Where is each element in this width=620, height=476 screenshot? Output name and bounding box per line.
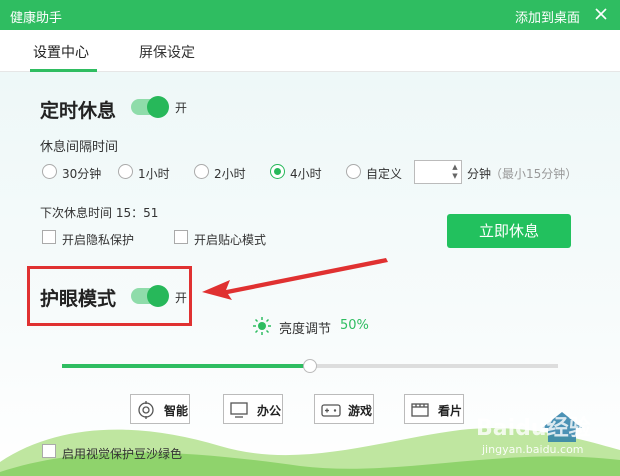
radio-2hour-label: 2小时 (214, 167, 246, 181)
custom-hint: （最小15分钟） (490, 167, 578, 181)
tab-screensaver[interactable]: 屏保设定 (139, 42, 195, 62)
annotation-highlight-box (27, 266, 192, 326)
annotation-arrow-icon (202, 258, 388, 300)
film-icon (411, 403, 429, 417)
watermark-url: jingyan.baidu.com (482, 443, 584, 456)
next-rest-time: 下次休息时间 15：51 (40, 206, 159, 220)
mode-game-label: 游戏 (348, 404, 373, 418)
title-bar: 健康助手 添加到桌面 (0, 0, 620, 30)
radio-custom[interactable] (346, 164, 361, 179)
radio-4hour-label: 4小时 (290, 167, 322, 181)
mode-movie-label: 看片 (438, 404, 463, 418)
radio-30min[interactable] (42, 164, 57, 179)
stepper-arrows-icon[interactable]: ▲ ▼ (451, 163, 459, 181)
brightness-slider[interactable] (62, 359, 558, 373)
radio-30min-label: 30分钟 (62, 167, 102, 181)
mode-office-button[interactable]: 办公 (223, 394, 283, 424)
interval-label: 休息间隔时间 (40, 140, 119, 155)
caring-mode-label: 开启贴心模式 (194, 233, 267, 247)
watermark-brand: Baidu经验 (476, 416, 591, 441)
radio-1hour-label: 1小时 (138, 167, 170, 181)
mode-movie-button[interactable]: 看片 (404, 394, 464, 424)
radio-custom-label: 自定义 (366, 167, 403, 181)
tab-settings[interactable]: 设置中心 (33, 42, 89, 62)
brightness-label: 亮度调节 (279, 322, 332, 337)
radio-4hour[interactable] (270, 164, 285, 179)
rest-now-button[interactable]: 立即休息 (447, 214, 571, 248)
close-icon[interactable] (592, 5, 610, 23)
custom-unit: 分钟 (467, 167, 492, 181)
bean-green-label: 启用视觉保护豆沙绿色 (62, 447, 183, 461)
bean-green-checkbox[interactable] (42, 444, 56, 458)
brightness-value: 50% (340, 318, 369, 333)
caring-mode-checkbox[interactable] (174, 230, 188, 244)
tab-bar: 设置中心 屏保设定 (0, 30, 620, 72)
add-to-desktop-link[interactable]: 添加到桌面 (515, 7, 580, 26)
privacy-label: 开启隐私保护 (62, 233, 135, 247)
rest-toggle[interactable] (131, 96, 169, 118)
mode-game-button[interactable]: 游戏 (314, 394, 374, 424)
radio-1hour[interactable] (118, 164, 133, 179)
custom-minutes-stepper[interactable]: ▲ ▼ (414, 160, 462, 184)
rest-section-title: 定时休息 (40, 100, 117, 122)
settings-panel: 定时休息 开 休息间隔时间 30分钟 1小时 2小时 4小时 自定义 ▲ ▼ 分钟… (0, 72, 620, 476)
smart-icon (138, 401, 154, 419)
monitor-icon (230, 402, 248, 418)
brightness-slider-fill (62, 364, 310, 368)
window-title: 健康助手 (10, 11, 63, 26)
toggle-knob (147, 96, 169, 118)
mode-smart-label: 智能 (164, 404, 189, 418)
mode-smart-button[interactable]: 智能 (130, 394, 190, 424)
radio-2hour[interactable] (194, 164, 209, 179)
sun-icon (253, 317, 271, 335)
privacy-checkbox[interactable] (42, 230, 56, 244)
mode-office-label: 办公 (257, 404, 282, 418)
gamepad-icon (321, 404, 341, 417)
brightness-slider-thumb[interactable] (303, 359, 317, 373)
rest-toggle-label: 开 (175, 101, 188, 115)
